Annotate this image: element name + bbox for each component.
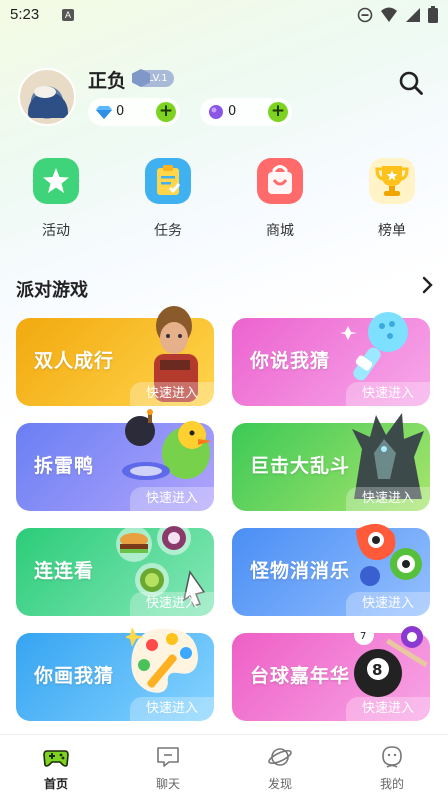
quick-entry-label: 榜单 (378, 223, 406, 239)
billiard-balls-art: 78 (354, 625, 428, 697)
tab-label: 发现 (267, 777, 292, 791)
level-badge: LV.1 (132, 69, 174, 87)
level-hex-icon (132, 69, 150, 87)
game-title: 巨击大乱斗 (250, 455, 351, 477)
game-card-draw-guess[interactable]: 你画我猜 快速进入 (16, 627, 214, 721)
quick-entry-task[interactable]: 任务 (112, 158, 224, 242)
tab-label: 聊天 (155, 777, 180, 791)
add-gem-button[interactable]: + (268, 102, 288, 122)
quick-enter-button[interactable]: 快速进入 (345, 382, 430, 406)
tab-me[interactable]: 我的 (336, 735, 448, 796)
diamond-count: 0 (116, 104, 125, 119)
game-title: 你画我猜 (34, 665, 115, 687)
purple-gem-icon (209, 105, 223, 119)
quick-enter-button[interactable]: 快速进入 (129, 592, 214, 616)
game-title: 怪物消消乐 (250, 560, 351, 582)
gem-count: 0 (228, 104, 237, 119)
quick-entry-label: 任务 (154, 223, 182, 239)
chat-icon (157, 747, 179, 767)
planet-icon (268, 748, 292, 766)
game-card-monster-match[interactable]: 怪物消消乐 快速进入 (232, 523, 430, 616)
gamepad-icon (43, 750, 69, 767)
quick-enter-button[interactable]: 快速进入 (129, 487, 214, 511)
quick-entries: 活动 任务 商城 榜单 (0, 158, 448, 242)
game-card-link-match[interactable]: 连连看 快速进入 (16, 521, 214, 616)
quick-enter-button[interactable]: 快速进入 (129, 382, 214, 406)
profile-icon (382, 746, 402, 768)
svg-text:7: 7 (360, 631, 366, 642)
tab-home[interactable]: 首页 (0, 735, 112, 796)
svg-text:8: 8 (372, 661, 382, 679)
game-card-mine-duck[interactable]: 拆雷鸭 快速进入 (16, 409, 214, 511)
diamond-icon (96, 106, 112, 119)
section-title: 派对游戏 (16, 280, 88, 301)
tab-discover[interactable]: 发现 (224, 735, 336, 796)
monster-faces-art (356, 523, 422, 586)
game-card-double-travel[interactable]: 双人成行 快速进入 (16, 306, 214, 406)
task-clipboard-icon (145, 158, 191, 204)
game-title: 连连看 (34, 560, 95, 582)
quick-entry-label: 活动 (42, 223, 70, 239)
signal-icon (406, 7, 420, 22)
status-time: 5:23 (10, 6, 40, 23)
game-card-billiards-carnival[interactable]: 78 台球嘉年华 快速进入 (232, 625, 430, 721)
game-card-giant-brawl[interactable]: 巨击大乱斗 快速进入 (232, 413, 430, 511)
tab-label: 首页 (43, 777, 68, 791)
avatar[interactable] (18, 68, 76, 126)
quick-enter-button[interactable]: 快速进入 (345, 697, 430, 721)
quick-entry-ranking[interactable]: 榜单 (336, 158, 448, 242)
status-icons (357, 6, 438, 23)
quick-entry-label: 商城 (266, 223, 294, 239)
battery-icon (428, 6, 438, 23)
chevron-right-icon[interactable] (420, 276, 434, 294)
tab-chat[interactable]: 聊天 (112, 735, 224, 796)
status-bar: 5:23 A (0, 0, 448, 32)
bottom-tab-bar: 首页 聊天 发现 我的 (0, 734, 448, 796)
username: 正负 (88, 70, 127, 92)
game-title: 台球嘉年华 (250, 665, 351, 687)
quick-enter-button[interactable]: 快速进入 (129, 697, 214, 721)
profile-header: 正负 LV.1 0 + 0 + (16, 66, 436, 132)
search-icon[interactable] (398, 70, 424, 96)
game-title: 拆雷鸭 (34, 455, 95, 477)
gem-balance: 0 + (200, 98, 292, 126)
game-card-you-say-i-guess[interactable]: 你说我猜 快速进入 (232, 312, 430, 406)
quick-enter-button[interactable]: 快速进入 (345, 487, 430, 511)
do-not-disturb-icon (357, 7, 373, 22)
game-title: 你说我猜 (250, 350, 331, 372)
notification-icon: A (62, 9, 74, 21)
tab-label: 我的 (379, 777, 404, 791)
microphone-art (340, 312, 408, 381)
diamond-balance: 0 + (88, 98, 180, 126)
palette-art (126, 627, 198, 693)
trophy-icon (369, 158, 415, 204)
shopping-bag-icon (257, 158, 303, 204)
quick-entry-activity[interactable]: 活动 (0, 158, 112, 242)
quick-entry-shop[interactable]: 商城 (224, 158, 336, 242)
star-tag-icon (33, 158, 79, 204)
game-title: 双人成行 (34, 350, 115, 372)
quick-enter-button[interactable]: 快速进入 (345, 592, 430, 616)
wifi-icon (381, 7, 397, 22)
add-diamond-button[interactable]: + (156, 102, 176, 122)
